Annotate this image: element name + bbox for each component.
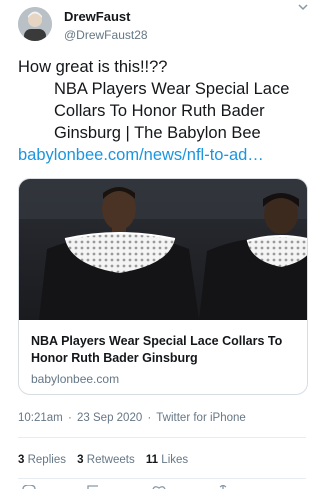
- divider: [18, 437, 306, 438]
- tweet-line-2: NBA Players Wear Special Lace Collars To…: [54, 80, 290, 142]
- replies-stat[interactable]: 3 Replies: [18, 454, 66, 466]
- avatar-image: [18, 7, 52, 41]
- like-icon[interactable]: [152, 485, 166, 489]
- tweet-line-1: How great is this!!??: [18, 58, 168, 76]
- retweet-icon[interactable]: [86, 485, 102, 489]
- tweet-time[interactable]: 10:21am: [18, 412, 63, 424]
- replies-label: Replies: [27, 454, 66, 466]
- retweets-stat[interactable]: 3 Retweets: [77, 454, 135, 466]
- retweets-label: Retweets: [86, 454, 135, 466]
- chevron-down-icon[interactable]: [297, 2, 309, 12]
- card-title: NBA Players Wear Special Lace Collars To…: [31, 334, 283, 365]
- retweets-count: 3: [77, 454, 84, 466]
- tweet-source[interactable]: Twitter for iPhone: [156, 412, 245, 424]
- divider: [18, 478, 306, 479]
- user-handle[interactable]: @DrewFaust28: [64, 28, 148, 42]
- likes-stat[interactable]: 11 Likes: [146, 454, 188, 466]
- tweet-text: How great is this!!?? NBA Players Wear S…: [18, 56, 314, 166]
- share-icon[interactable]: [216, 485, 230, 489]
- engagement-stats: 3 Replies 3 Retweets 11 Likes: [18, 454, 196, 466]
- link-card[interactable]: NBA Players Wear Special Lace Collars To…: [18, 178, 308, 395]
- display-name[interactable]: DrewFaust: [64, 9, 130, 24]
- replies-count: 3: [18, 454, 25, 466]
- likes-label: Likes: [161, 454, 189, 466]
- likes-count: 11: [145, 454, 159, 466]
- reply-icon[interactable]: [22, 485, 36, 489]
- card-domain: babylonbee.com: [31, 372, 120, 386]
- tweet-metadata: 10:21am · 23 Sep 2020 · Twitter for iPho…: [18, 412, 246, 424]
- tweet-date[interactable]: 23 Sep 2020: [77, 412, 142, 424]
- separator: ·: [147, 412, 152, 424]
- card-image: [19, 179, 307, 320]
- avatar[interactable]: [18, 7, 52, 41]
- tweet-link[interactable]: babylonbee.com/news/nfl-to-ad…: [18, 144, 298, 166]
- separator: ·: [67, 412, 72, 424]
